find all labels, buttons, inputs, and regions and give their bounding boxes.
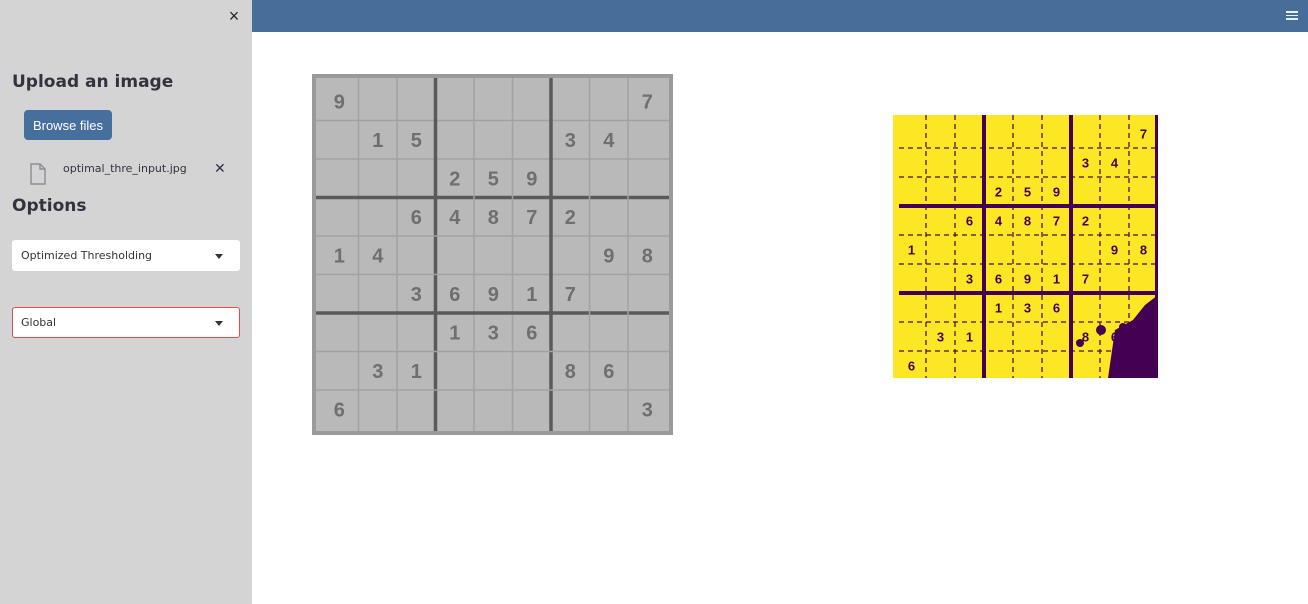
hamburger-menu-icon[interactable] <box>1286 11 1298 20</box>
output-digit: 9 <box>1024 272 1031 287</box>
output-digit: 9 <box>1111 243 1118 258</box>
output-digit: 7 <box>1082 272 1089 287</box>
input-digit: 7 <box>642 91 653 113</box>
input-digit: 4 <box>372 245 384 267</box>
output-digit: 6 <box>995 272 1002 287</box>
output-digit: 7 <box>1140 127 1147 142</box>
input-digit: 2 <box>565 207 576 229</box>
output-digit: 7 <box>1053 214 1060 229</box>
remove-file-button[interactable]: ✕ <box>214 160 226 177</box>
uploaded-file: optimal_thre_input.jpg ✕ <box>28 158 236 186</box>
browse-files-button[interactable]: Browse files <box>24 110 112 140</box>
input-image: 9 71 5 3 42 5 96 4 8 7 21 4 9 83 6 9 1 71 3 63 1 8 66 3 <box>312 74 673 435</box>
options-heading: Options <box>12 196 87 216</box>
output-digit: 9 <box>1053 185 1060 200</box>
input-digit: 3 <box>642 399 653 421</box>
input-digit: 6 <box>449 284 460 306</box>
method-select[interactable]: Optimized Thresholding <box>12 240 240 271</box>
input-digit: 1 <box>334 245 345 267</box>
output-digit: 3 <box>937 330 944 345</box>
output-digit: 1 <box>908 243 915 258</box>
input-digit: 9 <box>603 245 614 267</box>
output-digit: 4 <box>995 214 1003 229</box>
output-digit: 1 <box>1053 272 1060 287</box>
input-digit: 6 <box>334 399 345 421</box>
output-digit: 8 <box>1140 243 1147 258</box>
input-digit: 8 <box>642 245 653 267</box>
input-digit: 8 <box>565 361 576 383</box>
output-digit: 1 <box>966 330 973 345</box>
input-digit: 6 <box>603 361 614 383</box>
close-icon: × <box>228 6 240 26</box>
input-digit: 5 <box>411 130 422 152</box>
output-digit: 4 <box>1111 156 1119 171</box>
chevron-down-icon <box>215 254 223 259</box>
output-digit: 3 <box>966 272 973 287</box>
input-digit: 5 <box>488 168 499 190</box>
input-digit: 1 <box>449 322 460 344</box>
input-digit: 9 <box>488 284 499 306</box>
output-digit: 6 <box>908 359 915 374</box>
output-digit: 3 <box>1024 301 1031 316</box>
scope-select[interactable]: Global <box>12 307 240 338</box>
chevron-down-icon <box>215 321 223 326</box>
input-digit: 4 <box>449 207 461 229</box>
output-digit: 6 <box>1053 301 1060 316</box>
input-digit: 3 <box>488 322 499 344</box>
output-digit: 6 <box>966 214 973 229</box>
app-header <box>252 0 1308 32</box>
output-digit: 2 <box>995 185 1002 200</box>
input-digit: 3 <box>372 361 383 383</box>
input-digit: 1 <box>411 361 422 383</box>
input-digit: 6 <box>526 322 537 344</box>
scope-select-value: Global <box>21 316 57 329</box>
input-digit: 7 <box>526 207 537 229</box>
input-digit: 4 <box>603 130 615 152</box>
close-sidebar-button[interactable]: × <box>226 6 242 26</box>
input-digit: 9 <box>526 168 537 190</box>
sidebar: × Upload an image Browse files optimal_t… <box>0 0 252 604</box>
input-digit: 3 <box>411 284 422 306</box>
output-digit: 5 <box>1024 185 1031 200</box>
input-digit: 7 <box>565 284 576 306</box>
file-name: optimal_thre_input.jpg <box>63 162 187 175</box>
output-digit: 2 <box>1082 214 1089 229</box>
input-digit: 3 <box>565 130 576 152</box>
output-digit: 1 <box>995 301 1002 316</box>
input-digit: 6 <box>411 207 422 229</box>
thresholded-image: 73 42 5 96 4 8 7 21 9 83 6 9 1 71 3 63 1 8 66 <box>893 115 1158 378</box>
input-digit: 8 <box>488 207 499 229</box>
input-digit: 9 <box>334 91 345 113</box>
input-digit: 2 <box>449 168 460 190</box>
output-digit: 3 <box>1082 156 1089 171</box>
upload-heading: Upload an image <box>12 72 174 92</box>
input-digit: 1 <box>372 130 383 152</box>
output-digit: 8 <box>1082 330 1089 345</box>
output-digit: 6 <box>1111 330 1118 345</box>
output-digit: 8 <box>1024 214 1031 229</box>
file-icon <box>30 163 46 185</box>
input-digit: 1 <box>526 284 537 306</box>
method-select-value: Optimized Thresholding <box>21 249 153 262</box>
